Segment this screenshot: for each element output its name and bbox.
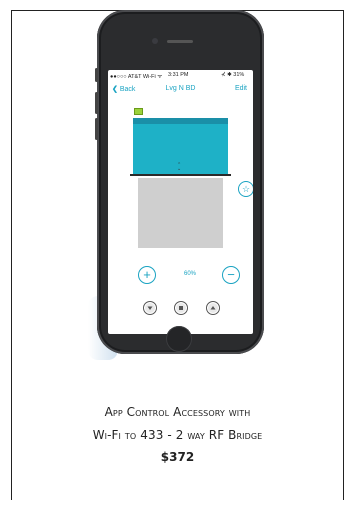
battery-icon (134, 108, 143, 115)
window-pane (138, 178, 223, 248)
move-up-button[interactable] (206, 301, 220, 315)
edit-button[interactable]: Edit (235, 85, 247, 92)
carrier-text: ●●○○○ AT&T Wi-Fi ᯤ (110, 74, 163, 80)
triangle-up-icon (208, 303, 218, 313)
stop-button[interactable] (174, 301, 188, 315)
volume-up-button (95, 92, 98, 114)
battery-text: ⊀ ✱ 31% (221, 72, 245, 78)
increase-button[interactable]: + (138, 266, 156, 284)
home-button (166, 326, 192, 352)
time-text: 3:31 PM (168, 72, 189, 78)
decrease-button[interactable]: − (222, 266, 240, 284)
camera (152, 38, 158, 44)
stop-icon (176, 303, 186, 313)
blind-bottom-bar[interactable] (130, 174, 231, 176)
speaker (167, 40, 193, 43)
phone-screen: ●●○○○ AT&T Wi-Fi ᯤ 3:31 PM ⊀ ✱ 31% ❮ Bac… (108, 70, 253, 334)
favorite-star-button[interactable]: ☆ (238, 181, 253, 197)
phone-image: ●●○○○ AT&T Wi-Fi ᯤ 3:31 PM ⊀ ✱ 31% ❮ Bac… (95, 10, 264, 354)
product-name-line-2: Wi-Fi to 433 - 2 way RF Bridge (92, 428, 263, 442)
product-name-line-1: App Control Accessory with (104, 405, 251, 419)
drag-handle-icon[interactable]: ⌃ ⌄ (177, 163, 181, 172)
status-bar: ●●○○○ AT&T Wi-Fi ᯤ 3:31 PM ⊀ ✱ 31% (108, 70, 253, 80)
position-percent: 60% (183, 271, 196, 277)
product-price: $372 (160, 450, 195, 464)
side-button (95, 68, 98, 82)
volume-down-button (95, 118, 98, 140)
nav-bar: ❮ Back Lvg N BD Edit (108, 81, 253, 97)
move-down-button[interactable] (143, 301, 157, 315)
blind-visual[interactable]: ⌃ ⌄ (130, 108, 231, 253)
triangle-down-icon (145, 303, 155, 313)
page-title: Lvg N BD (165, 85, 196, 92)
